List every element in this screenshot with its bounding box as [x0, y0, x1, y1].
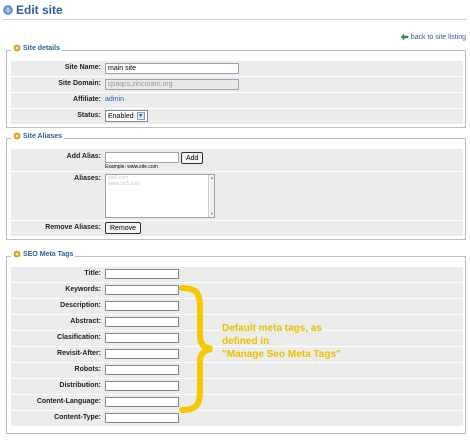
- back-link-label: back to site listing: [410, 33, 466, 41]
- seo-keywords-row: Keywords:: [11, 283, 463, 298]
- seo-revisit-after-input[interactable]: [105, 349, 179, 359]
- site-name-row: Site Name: main site: [11, 61, 463, 76]
- site-domain-label: Site Domain:: [58, 80, 101, 87]
- gear-icon: [13, 44, 21, 52]
- site-name-input[interactable]: main site: [105, 63, 239, 74]
- aliases-scrollbar[interactable]: ▲ ▼: [208, 175, 214, 217]
- site-aliases-legend-text: Site Aliases: [23, 132, 63, 140]
- status-label: Status:: [77, 112, 101, 119]
- seo-title-label: Title:: [84, 270, 101, 277]
- scroll-up-icon[interactable]: ▲: [209, 175, 215, 181]
- seo-abstract-input[interactable]: [105, 317, 179, 327]
- seo-distribution-label: Distribution:: [59, 382, 101, 389]
- status-select-value: Enabled: [108, 112, 134, 120]
- seo-title-input[interactable]: [105, 269, 179, 279]
- seo-content-type-input[interactable]: [105, 413, 179, 423]
- affiliate-label: Affiliate:: [73, 96, 101, 103]
- seo-content-language-row: Content-Language:: [11, 395, 463, 410]
- seo-revisit-after-label: Revisit-After:: [57, 350, 101, 357]
- seo-clasification-label: Clasification:: [57, 334, 101, 341]
- affiliate-row: Affiliate: admin: [11, 93, 463, 108]
- page-header: Edit site: [3, 2, 63, 18]
- site-details-legend-text: Site details: [23, 44, 60, 52]
- seo-robots-input[interactable]: [105, 365, 179, 375]
- gear-icon: [13, 132, 21, 140]
- seo-distribution-row: Distribution:: [11, 379, 463, 394]
- site-details-section: Site details Site Name: main site Site D…: [6, 44, 466, 128]
- remove-aliases-row: Remove Aliases: Remove: [11, 221, 463, 236]
- back-arrow-icon: [400, 33, 408, 41]
- seo-robots-label: Robots:: [74, 366, 101, 373]
- seo-meta-tags-legend-text: SEO Meta Tags: [23, 250, 74, 258]
- page-title: Edit site: [16, 3, 63, 17]
- seo-keywords-label: Keywords:: [65, 286, 101, 293]
- chevron-down-icon: ▼: [136, 112, 145, 120]
- site-name-label: Site Name:: [64, 64, 101, 71]
- add-alias-label: Add Alias:: [66, 153, 101, 160]
- seo-distribution-input[interactable]: [105, 381, 179, 391]
- gear-icon: [13, 250, 21, 258]
- seo-content-language-input[interactable]: [105, 397, 179, 407]
- seo-content-type-label: Content-Type:: [54, 414, 101, 421]
- seo-description-label: Description:: [60, 302, 101, 309]
- seo-keywords-input[interactable]: [105, 285, 179, 295]
- remove-aliases-button[interactable]: Remove: [105, 222, 142, 234]
- status-row: Status: Enabled ▼: [11, 109, 463, 124]
- site-domain-input: qsaqcs.zincoram.org: [105, 79, 239, 90]
- add-alias-example: Example: www.site.com: [105, 164, 158, 170]
- seo-meta-tags-legend: SEO Meta Tags: [11, 250, 76, 258]
- seo-abstract-label: Abstract:: [70, 318, 101, 325]
- add-alias-button[interactable]: Add: [181, 152, 204, 164]
- seo-robots-row: Robots:: [11, 363, 463, 378]
- status-select[interactable]: Enabled ▼: [105, 110, 148, 122]
- aliases-label: Aliases:: [74, 175, 101, 182]
- aliases-row: Aliases: zsr5.com www.zsr5.com ▲ ▼: [11, 172, 463, 220]
- remove-aliases-label: Remove Aliases:: [45, 224, 101, 231]
- seo-content-language-label: Content-Language:: [36, 398, 101, 405]
- seo-description-input[interactable]: [105, 301, 179, 311]
- add-alias-input[interactable]: [105, 152, 179, 163]
- annotation-line: "Manage Seo Meta Tags": [222, 349, 341, 360]
- site-aliases-legend: Site Aliases: [11, 132, 65, 140]
- seo-description-row: Description:: [11, 299, 463, 314]
- seo-content-type-row: Content-Type:: [11, 411, 463, 426]
- site-domain-row: Site Domain: qsaqcs.zincoram.org: [11, 77, 463, 92]
- seo-title-row: Title:: [11, 267, 463, 282]
- back-to-site-listing-link[interactable]: back to site listing: [400, 33, 466, 41]
- curly-brace-annotation: [179, 285, 213, 413]
- title-divider: [3, 19, 467, 20]
- annotation-text: Default meta tags, as defined in "Manage…: [222, 322, 392, 361]
- affiliate-link[interactable]: admin: [105, 96, 124, 103]
- add-alias-row: Add Alias: Add Example: www.site.com: [11, 149, 463, 171]
- annotation-line: defined in: [222, 336, 270, 347]
- globe-icon: [3, 5, 13, 15]
- site-aliases-section: Site Aliases Add Alias: Add Example: www…: [6, 132, 466, 240]
- annotation-line: Default meta tags, as: [222, 323, 323, 334]
- aliases-listbox[interactable]: zsr5.com www.zsr5.com ▲ ▼: [105, 174, 215, 218]
- seo-clasification-input[interactable]: [105, 333, 179, 343]
- scroll-down-icon[interactable]: ▼: [209, 211, 215, 217]
- aliases-option[interactable]: www.zsr5.com: [106, 181, 214, 187]
- site-details-legend: Site details: [11, 44, 62, 52]
